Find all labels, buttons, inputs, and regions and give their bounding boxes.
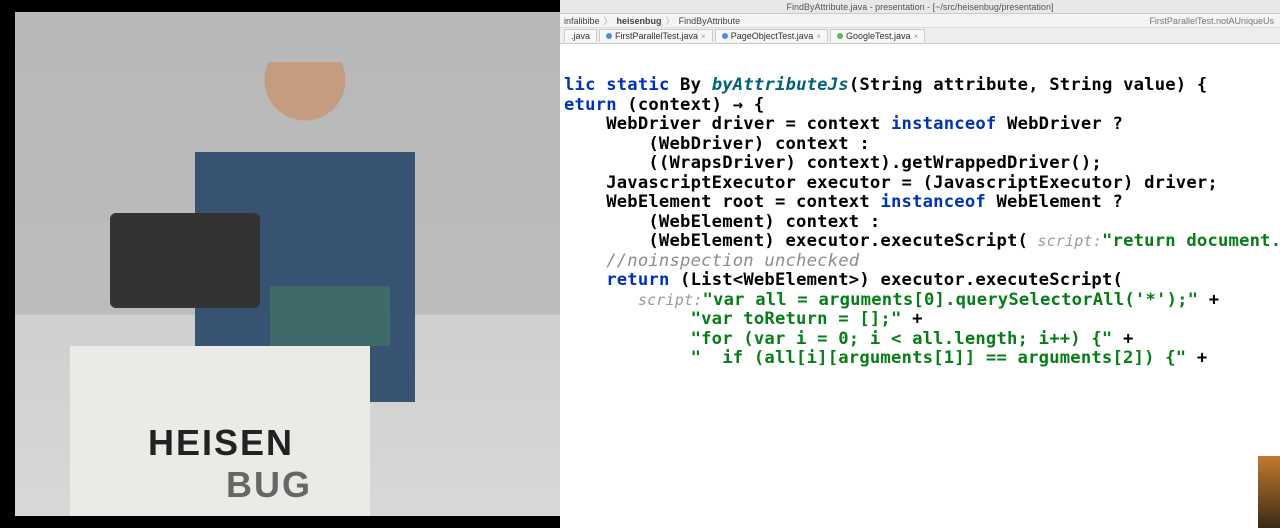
code-hint: script:: [564, 291, 702, 309]
close-icon[interactable]: ×: [913, 32, 918, 41]
code-token: (WebElement) executor.executeScript(: [564, 231, 1028, 251]
podium: HEISEN BUG: [70, 346, 370, 516]
code-token: +: [1186, 348, 1207, 368]
breadcrumb-seg[interactable]: FindByAttribute: [679, 16, 741, 26]
ide-titlebar: FindByAttribute.java - presentation - [~…: [560, 0, 1280, 14]
tab-label: FirstParallelTest.java: [615, 31, 698, 41]
editor-tab[interactable]: FirstParallelTest.java ×: [599, 29, 713, 42]
podium-shelf: [270, 286, 390, 346]
code-token: (WebElement) context :: [564, 212, 880, 232]
code-token: lic: [564, 75, 606, 95]
close-icon[interactable]: ×: [816, 32, 821, 41]
code-token: (WebDriver) context :: [564, 134, 870, 154]
logo-line-2: BUG: [148, 464, 312, 506]
desktop-wallpaper-sliver: [1258, 456, 1280, 528]
presenter-camera-pane: HEISEN BUG: [15, 12, 560, 516]
conference-logo: HEISEN BUG: [148, 422, 312, 506]
code-token: instanceof: [880, 192, 996, 212]
code-token: instanceof: [891, 114, 1007, 134]
code-token: +: [902, 309, 923, 329]
code-token: +: [1198, 290, 1219, 310]
code-token: JavascriptExecutor executor = (Javascrip…: [564, 173, 1218, 193]
code-token: ((WrapsDriver) context).getWrappedDriver…: [564, 153, 1102, 173]
code-token: WebDriver driver = context: [564, 114, 891, 134]
tab-label: GoogleTest.java: [846, 31, 911, 41]
code-token: static: [606, 75, 680, 95]
code-token: +: [1112, 329, 1133, 349]
ide-window: FindByAttribute.java - presentation - [~…: [560, 0, 1280, 528]
code-token: "for (var i = 0; i < all.length; i++) {": [564, 329, 1112, 349]
code-token: " if (all[i][arguments[1]] == arguments[…: [564, 348, 1186, 368]
class-icon: [722, 33, 728, 39]
code-hint: script:: [1028, 232, 1102, 250]
code-token: "var all = arguments[0].querySelectorAll…: [702, 290, 1198, 310]
class-icon: [837, 33, 843, 39]
presenter-laptop: [110, 213, 260, 308]
logo-line-1: HEISEN: [148, 422, 312, 464]
code-token: eturn: [564, 95, 627, 115]
code-token: [564, 270, 606, 290]
tab-label: .java: [571, 31, 590, 41]
editor-tab[interactable]: .java: [564, 29, 597, 42]
code-token: "return document.documen: [1102, 231, 1280, 251]
code-token: By: [680, 75, 712, 95]
camera-feed: HEISEN BUG: [15, 12, 560, 516]
close-icon[interactable]: ×: [701, 32, 706, 41]
code-token: WebDriver ?: [1007, 114, 1123, 134]
code-token: (context) → {: [627, 95, 764, 115]
breadcrumb[interactable]: infalibibe 〉 heisenbug 〉 FindByAttribute…: [560, 14, 1280, 28]
class-icon: [606, 33, 612, 39]
tab-label: PageObjectTest.java: [731, 31, 814, 41]
code-token: "var toReturn = [];": [564, 309, 902, 329]
chevron-right-icon: 〉: [604, 14, 613, 27]
code-token: (List<WebElement>) executor.executeScrip…: [680, 270, 1123, 290]
chevron-right-icon: 〉: [666, 14, 675, 27]
breadcrumb-seg[interactable]: infalibibe: [564, 16, 600, 26]
editor-tab[interactable]: PageObjectTest.java ×: [715, 29, 828, 42]
code-token: byAttributeJs: [712, 75, 849, 95]
editor-tabs: .java FirstParallelTest.java × PageObjec…: [560, 28, 1280, 44]
code-token: (String attribute, String value) {: [849, 75, 1208, 95]
code-comment: //noinspection unchecked: [564, 251, 859, 271]
code-token: return: [606, 270, 680, 290]
code-token: WebElement ?: [996, 192, 1123, 212]
right-status-text: FirstParallelTest.notAUniqueUs: [1149, 16, 1274, 26]
breadcrumb-seg[interactable]: heisenbug: [617, 16, 662, 26]
editor-tab[interactable]: GoogleTest.java ×: [830, 29, 925, 42]
code-editor[interactable]: lic static By byAttributeJs(String attri…: [560, 44, 1280, 444]
code-token: WebElement root = context: [564, 192, 880, 212]
